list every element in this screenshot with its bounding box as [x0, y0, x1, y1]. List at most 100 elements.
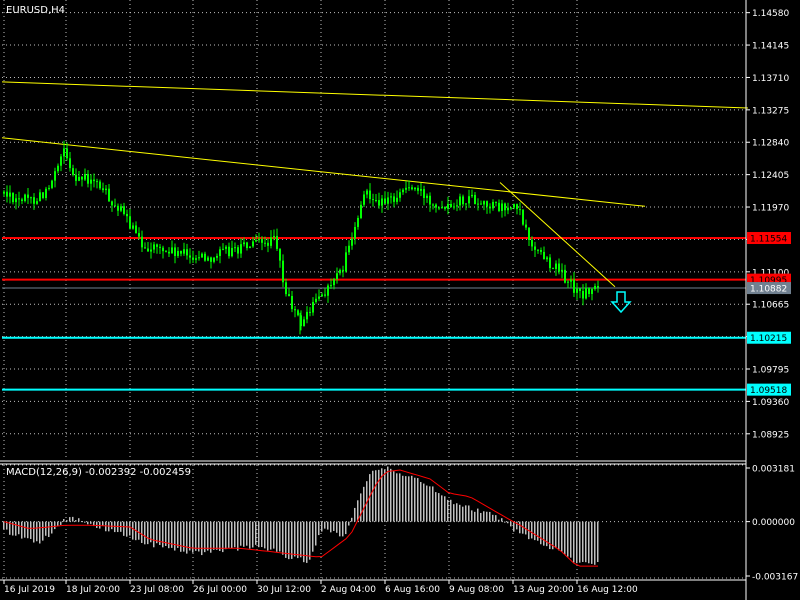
macd-bar [306, 521, 308, 563]
candle-body [420, 189, 422, 191]
candle-body [183, 249, 185, 254]
candle-body [201, 253, 203, 258]
candle-body [81, 176, 83, 180]
macd-bar [249, 521, 251, 549]
candle-body [378, 200, 380, 206]
macd-bar [15, 521, 17, 536]
candle-body [153, 244, 155, 250]
candle-body [387, 197, 389, 204]
macd-bar [153, 521, 155, 548]
candle-body [582, 291, 584, 299]
candle-body [3, 191, 5, 194]
candle-body [477, 203, 479, 205]
macd-bar [207, 521, 209, 551]
macd-bar [378, 469, 380, 522]
macd-bar [474, 511, 476, 522]
trendlines[interactable] [1, 81, 749, 288]
candle-body [111, 201, 113, 206]
macd-bar [315, 521, 317, 546]
macd-bar [216, 521, 218, 550]
candle-body [240, 244, 242, 254]
candle-body [165, 251, 167, 253]
macd-bar [114, 521, 116, 533]
time-tick-label: 13 Aug 20:00 [513, 585, 574, 595]
price-tick-label: 1.09795 [752, 366, 789, 376]
macd-bar [33, 521, 35, 543]
macd-bar [501, 518, 503, 522]
candle-body [90, 179, 92, 184]
support-level-label: 1.10215 [750, 334, 787, 344]
macd-bar [564, 521, 566, 555]
candle-body [69, 158, 71, 169]
candle-body [381, 198, 383, 206]
macd-bar [189, 521, 191, 551]
macd-bar [294, 521, 296, 557]
candle-body [132, 225, 134, 229]
macd-bar [471, 510, 473, 522]
macd-bar [435, 492, 437, 522]
candle-body [372, 199, 374, 201]
candle-body [102, 188, 104, 191]
candle-body [96, 181, 98, 183]
time-tick-label: 9 Aug 08:00 [449, 585, 504, 595]
candle-body [216, 255, 218, 258]
candle-body [258, 239, 260, 241]
price-tick-label: 1.11970 [752, 204, 789, 214]
candle-body [198, 257, 200, 259]
candle-body [366, 190, 368, 195]
trendline[interactable] [499, 182, 616, 288]
candle-body [18, 198, 20, 200]
time-axis[interactable]: 16 Jul 2019 18 Jul 20:00 23 Jul 08:00 26 Ju… [3, 580, 638, 595]
price-tick-label: 1.13710 [752, 74, 789, 84]
candle-body [357, 217, 359, 227]
candle-body [267, 242, 269, 246]
candle-body [315, 298, 317, 302]
macd-bar [570, 521, 572, 558]
macd-bar [276, 521, 278, 552]
eurusd-chart-window[interactable]: 1.14580 1.14145 1.13710 1.13275 1.12840 1.124… [0, 0, 800, 600]
price-tick-label: 1.09360 [752, 398, 789, 408]
macd-bar [594, 521, 596, 565]
macd-bar [102, 521, 104, 526]
macd-bar [561, 521, 563, 552]
macd-bar [129, 521, 131, 536]
macd-bar [255, 521, 257, 545]
candle-body [255, 240, 257, 242]
macd-bar [237, 521, 239, 551]
candle-body [330, 285, 332, 287]
macd-bar [39, 521, 41, 544]
candle-body [294, 309, 296, 311]
trendline[interactable] [1, 81, 749, 109]
horizontal-level-lines [2, 237, 746, 391]
macd-bar [297, 521, 299, 559]
macd-bar [504, 521, 506, 523]
macd-bar [375, 470, 377, 522]
macd-bar [486, 511, 488, 522]
candle-body [480, 203, 482, 205]
candle-body [390, 196, 392, 198]
candle-body [39, 192, 41, 202]
candle-body [162, 247, 164, 252]
macd-bar [411, 475, 413, 522]
macd-bar [60, 521, 62, 525]
macd-bar [18, 521, 20, 535]
macd-bar [459, 504, 461, 522]
time-tick-label: 23 Jul 08:00 [130, 585, 184, 595]
macd-bar [543, 521, 545, 546]
macd-bar [144, 521, 146, 545]
macd-bar [270, 521, 272, 550]
price-axis[interactable]: 1.14580 1.14145 1.13710 1.13275 1.12840 1.124… [746, 9, 789, 440]
macd-bar [156, 521, 158, 544]
candle-body [87, 174, 89, 184]
macd-bar [567, 521, 569, 557]
candle-body [474, 194, 476, 205]
macd-bar [393, 471, 395, 522]
macd-bar [180, 521, 182, 552]
candle-body [456, 205, 458, 207]
macd-bar [507, 521, 509, 524]
macd-bar [456, 503, 458, 522]
trendline[interactable] [1, 137, 646, 207]
macd-bar [558, 521, 560, 551]
macd-bar [198, 521, 200, 552]
candle-body [186, 249, 188, 256]
